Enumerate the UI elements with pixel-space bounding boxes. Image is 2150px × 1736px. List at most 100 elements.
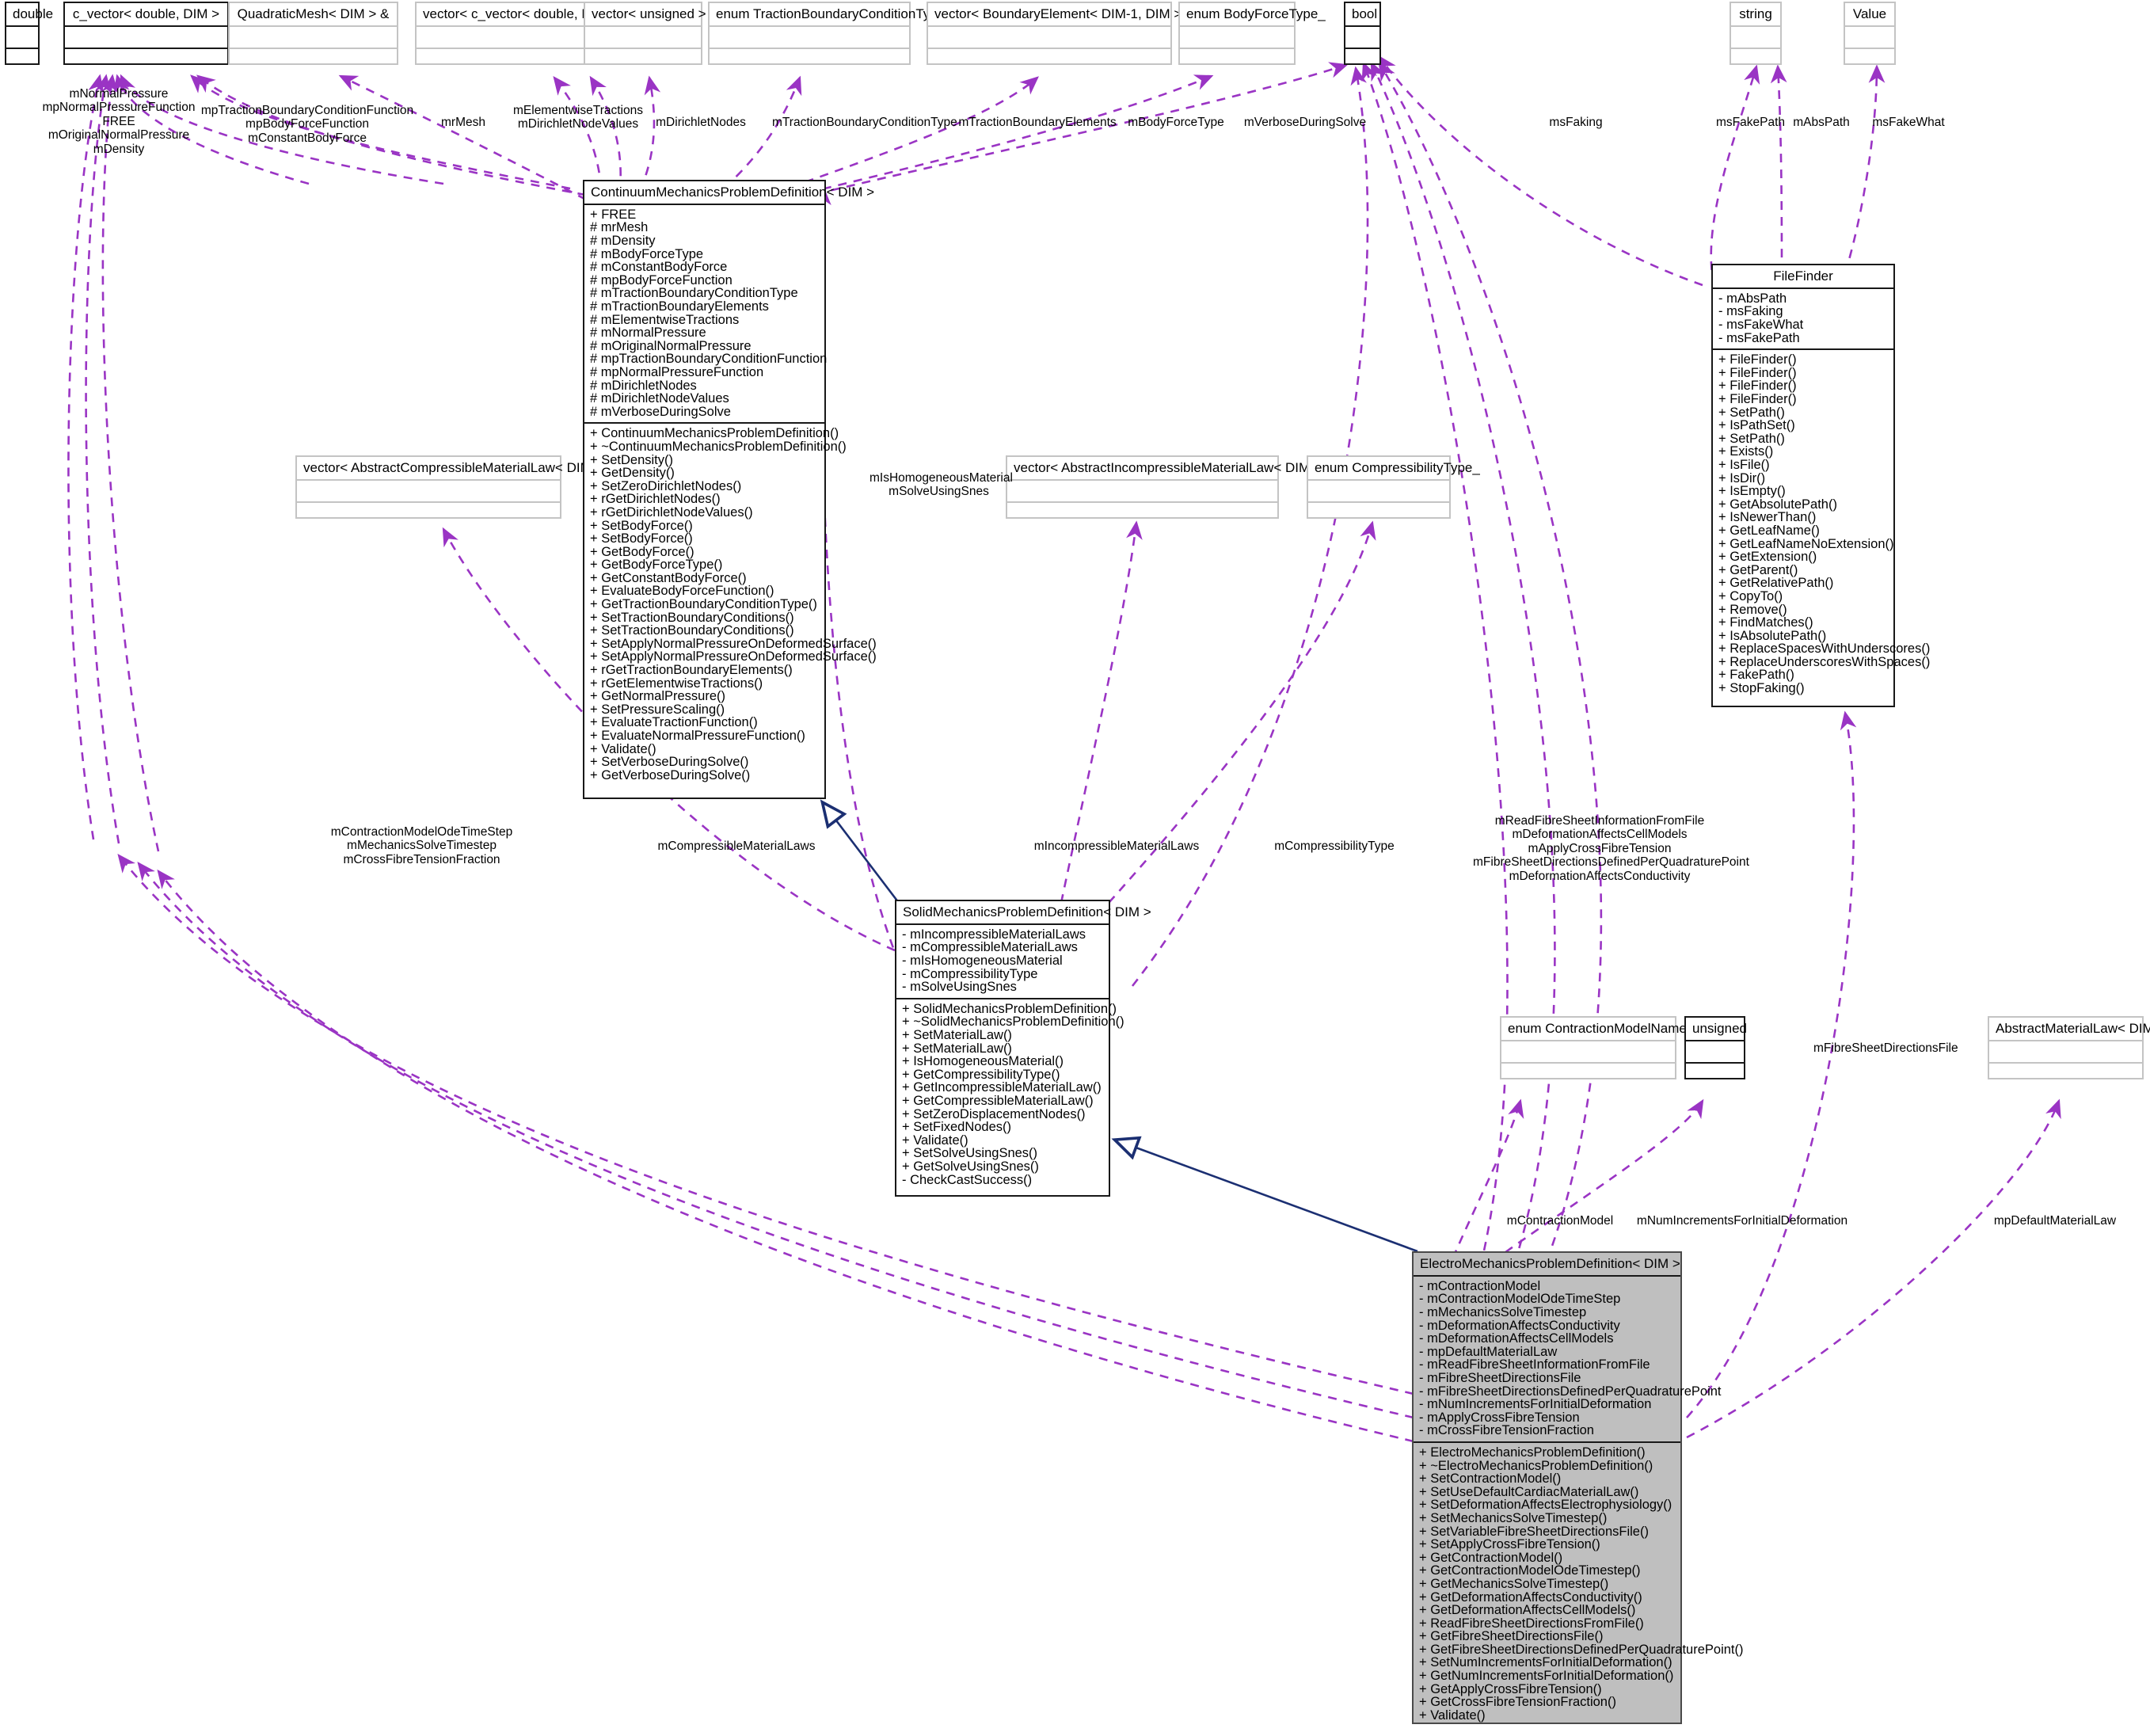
class-member-row: - mDeformationAffectsConductivity	[1419, 1318, 1620, 1333]
class-member-row: + Remove()	[1718, 602, 1787, 617]
class-member-row: + SetZeroDirichletNodes()	[590, 478, 742, 493]
class-member-row: + GetFibreSheetDirectionsDefinedPerQuadr…	[1419, 1642, 1744, 1657]
class-member-row: + ContinuumMechanicsProblemDefinition()	[590, 426, 839, 441]
class-member-row: + GetConstantBodyForce()	[590, 570, 747, 585]
class-node-string[interactable]: string	[1730, 2, 1782, 65]
class-member-row: + GetExtension()	[1718, 550, 1817, 565]
edge-label-ms-fake-what: msFakeWhat	[1872, 116, 1945, 129]
class-node-double[interactable]: double	[5, 2, 53, 65]
class-member-row: + GetBodyForceType()	[590, 558, 723, 573]
edge-label-traction-bc-elements: mTractionBoundaryElements	[958, 116, 1117, 129]
class-attributes: + FREE # mrMesh # mDensity # mBodyForceType…	[584, 205, 827, 424]
class-member-row: + GetDensity()	[590, 466, 675, 481]
class-member-row: # mDirichletNodes	[590, 378, 697, 393]
class-member-row: + FileFinder()	[1718, 392, 1797, 406]
class-member-row: + ElectroMechanicsProblemDefinition()	[1419, 1445, 1646, 1460]
class-node-vector-compressible-material-law[interactable]: vector< AbstractCompressibleMaterialLaw<…	[295, 455, 623, 519]
class-title: enum ContractionModelName_	[1501, 1018, 1694, 1041]
class-member-row: + EvaluateTractionFunction()	[590, 715, 758, 730]
edge-label-elementwise-group: mElementwiseTractions mDirichletNodeValu…	[513, 104, 643, 131]
class-member-row: + Validate()	[1419, 1707, 1486, 1723]
class-member-row: + SetDeformationAffectsElectrophysiology…	[1419, 1498, 1672, 1513]
class-member-row: + FileFinder()	[1718, 379, 1797, 394]
class-member-row: + SetSolveUsingSnes()	[902, 1146, 1038, 1161]
class-operations	[1345, 49, 1379, 71]
class-member-row: - mIncompressibleMaterialLaws	[902, 927, 1086, 942]
class-node-quadratic-mesh[interactable]: QuadraticMesh< DIM > &	[228, 2, 398, 65]
class-operations	[1180, 49, 1294, 71]
class-title: enum TractionBoundaryConditionType_	[710, 3, 953, 27]
class-attributes	[65, 27, 227, 49]
class-member-row: + SetUseDefaultCardiacMaterialLaw()	[1419, 1484, 1639, 1499]
class-node-enum-contraction-model-name[interactable]: enum ContractionModelName_	[1500, 1016, 1694, 1079]
class-member-row: + FileFinder()	[1718, 365, 1797, 380]
edge-label-traction-function-group: mpTractionBoundaryConditionFunction mpBo…	[200, 104, 414, 145]
class-member-row: + GetDeformationAffectsCellModels()	[1419, 1603, 1636, 1618]
class-node-abstract-material-law[interactable]: AbstractMaterialLaw< DIM > *	[1988, 1016, 2150, 1079]
class-member-row: + GetNormalPressure()	[590, 689, 726, 704]
class-member-row: + SetMechanicsSolveTimestep()	[1419, 1510, 1608, 1525]
class-member-row: + SetVerboseDuringSolve()	[590, 755, 749, 770]
class-member-row: + GetApplyCrossFibreTension()	[1419, 1681, 1602, 1696]
class-node-vector-boundary-element[interactable]: vector< BoundaryElement< DIM-1, DIM > * …	[927, 2, 1202, 65]
class-member-row: - mFibreSheetDirectionsDefinedPerQuadrat…	[1419, 1384, 1722, 1399]
class-node-filefinder[interactable]: FileFinder - mAbsPath - msFaking - msFakeW…	[1711, 264, 1930, 707]
class-title: double	[6, 3, 53, 27]
class-member-row: - mDeformationAffectsCellModels	[1419, 1331, 1614, 1346]
edge-label-m-abs-path: mAbsPath	[1793, 116, 1850, 129]
class-attributes	[585, 27, 701, 49]
class-member-row: + SetBodyForce()	[590, 531, 693, 546]
class-node-vector-unsigned[interactable]: vector< unsigned >	[584, 2, 706, 65]
edge-label-traction-bc-type: mTractionBoundaryConditionType	[772, 116, 957, 129]
class-node-continuum-mechanics-problem-definition[interactable]: ContinuumMechanicsProblemDefinition< DIM…	[583, 180, 877, 799]
class-attributes	[1686, 1041, 1744, 1064]
class-node-value[interactable]: Value	[1844, 2, 1896, 65]
class-title: unsigned	[1686, 1018, 1747, 1041]
class-node-c-vector[interactable]: c_vector< double, DIM >	[63, 2, 229, 65]
class-member-row: # mrMesh	[590, 220, 649, 235]
class-member-row: - CheckCastSuccess()	[902, 1172, 1033, 1187]
class-node-vector-incompressible-material-law[interactable]: vector< AbstractIncompressibleMaterialLa…	[1006, 455, 1342, 519]
class-member-row: + GetFibreSheetDirectionsFile()	[1419, 1629, 1604, 1644]
edge-label-ms-faking: msFaking	[1549, 116, 1603, 129]
class-attributes	[6, 27, 38, 49]
class-member-row: - mMechanicsSolveTimestep	[1419, 1305, 1587, 1320]
class-title: bool	[1345, 3, 1379, 27]
class-member-row: - mContractionModelOdeTimeStep	[1419, 1292, 1621, 1307]
edge-label-fibre-sheet-directions-file: mFibreSheetDirectionsFile	[1813, 1041, 1958, 1055]
class-member-row: - mNumIncrementsForInitialDeformation	[1419, 1397, 1652, 1412]
class-member-row: + IsHomogeneousMaterial()	[902, 1054, 1064, 1069]
class-member-row: + GetParent()	[1718, 562, 1798, 577]
class-member-row: # mTractionBoundaryElements	[590, 299, 769, 314]
edge-label-contraction-model: mContractionModel	[1506, 1214, 1614, 1228]
class-member-row: + EvaluateNormalPressureFunction()	[590, 729, 805, 743]
edge-label-incompressible-material-laws: mIncompressibleMaterialLaws	[1033, 839, 1200, 853]
class-member-row: - mAbsPath	[1718, 291, 1787, 306]
class-node-enum-body-force-type[interactable]: enum BodyForceType_	[1178, 2, 1326, 65]
class-member-row: # mpNormalPressureFunction	[590, 364, 764, 379]
class-operations	[1501, 1064, 1675, 1086]
class-node-enum-compressibility-type[interactable]: enum CompressibilityType_	[1307, 455, 1480, 519]
class-member-row: - mReadFibreSheetInformationFromFile	[1419, 1357, 1650, 1372]
class-member-row: + ~SolidMechanicsProblemDefinition()	[902, 1015, 1124, 1030]
class-node-bool[interactable]: bool	[1344, 2, 1381, 65]
class-member-row: + IsNewerThan()	[1718, 510, 1817, 525]
class-member-row: + rGetElementwiseTractions()	[590, 676, 763, 691]
class-node-solid-mechanics-problem-definition[interactable]: SolidMechanicsProblemDefinition< DIM > -…	[895, 900, 1151, 1197]
class-attributes	[1308, 481, 1449, 503]
uml-diagram-canvas: double c_vector< double, DIM > Quadratic…	[0, 0, 2150, 1736]
class-node-electro-mechanics-problem-definition[interactable]: ElectroMechanicsProblemDefinition< DIM >…	[1412, 1251, 1744, 1724]
class-node-unsigned[interactable]: unsigned	[1684, 1016, 1747, 1079]
class-title: enum BodyForceType_	[1180, 3, 1326, 27]
class-member-row: + SolidMechanicsProblemDefinition()	[902, 1001, 1117, 1016]
class-member-row: + GetBodyForce()	[590, 544, 694, 559]
edge-layer	[67, 55, 2061, 1450]
class-member-row: + IsEmpty()	[1718, 484, 1786, 499]
class-member-row: + SetTractionBoundaryConditions()	[590, 610, 794, 625]
class-member-row: + FindMatches()	[1718, 615, 1813, 630]
edge-label-body-force-type: mBodyForceType	[1128, 116, 1224, 129]
class-member-row: # mpBodyForceFunction	[590, 272, 733, 287]
class-node-enum-traction-bc-type[interactable]: enum TractionBoundaryConditionType_	[708, 2, 953, 65]
class-operations	[1845, 49, 1894, 71]
class-member-row: + SetNumIncrementsForInitialDeformation(…	[1419, 1655, 1672, 1670]
